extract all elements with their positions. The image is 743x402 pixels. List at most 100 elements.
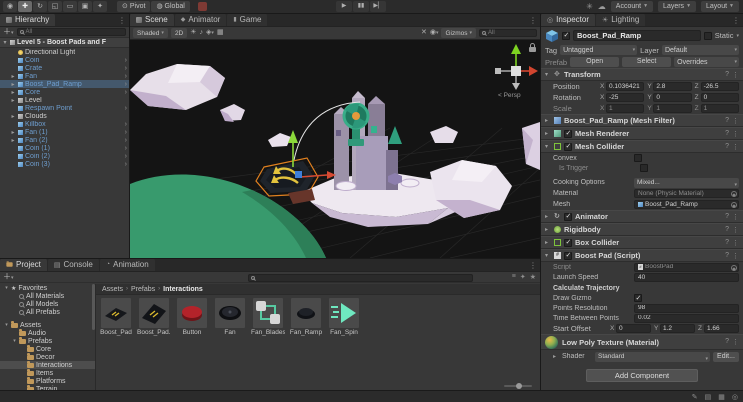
hierarchy-item[interactable]: ▸ Level: [0, 96, 129, 104]
prefab-overrides-dropdown[interactable]: Overrides: [674, 57, 739, 67]
create-asset-button[interactable]: ＋▾: [3, 272, 14, 283]
help-icon[interactable]: ?: [725, 213, 729, 221]
prefab-select-button[interactable]: Select: [622, 57, 671, 67]
2d-toggle-button[interactable]: 2D: [171, 28, 187, 38]
cloud-icon[interactable]: ☁: [598, 1, 606, 12]
asset-item[interactable]: Button: [176, 298, 208, 336]
menu-icon[interactable]: ⋮: [732, 143, 739, 151]
help-icon[interactable]: ?: [725, 71, 729, 79]
tab-scene[interactable]: Scene: [130, 14, 174, 26]
tab-inspector[interactable]: ◎Inspector: [541, 14, 595, 26]
asset-item[interactable]: Fan_Ramp: [290, 298, 322, 336]
help-icon[interactable]: ?: [725, 338, 729, 346]
hierarchy-item[interactable]: ▸ Boost_Pad_Ramp ›: [0, 80, 129, 88]
component-enabled-checkbox[interactable]: [564, 213, 572, 221]
scale-z-field[interactable]: 1: [701, 104, 739, 113]
transform-tool-button[interactable]: ▣: [78, 1, 92, 12]
foldout-icon[interactable]: ▸: [545, 130, 551, 137]
scene-search-input[interactable]: All: [479, 29, 537, 37]
hierarchy-item[interactable]: Coin ›: [0, 56, 129, 64]
active-checkbox[interactable]: [562, 32, 570, 40]
breadcrumb-item[interactable]: Prefabs: [131, 286, 155, 293]
hierarchy-item[interactable]: ▸ Fan ›: [0, 72, 129, 80]
status-console-icon[interactable]: ▤: [705, 393, 712, 401]
cooking-options-dropdown[interactable]: Mixed...: [634, 178, 739, 188]
launch-speed-field[interactable]: 40: [634, 273, 739, 282]
is-trigger-checkbox[interactable]: [640, 164, 648, 172]
favorites-toggle-icon[interactable]: ★: [530, 273, 536, 281]
prefab-open-button[interactable]: Open: [570, 57, 619, 67]
status-activity-icon[interactable]: ✎: [692, 393, 698, 401]
hierarchy-item[interactable]: Directional Light: [0, 48, 129, 56]
transform-component-header[interactable]: ▾ ✥ Transform ?⋮: [541, 68, 743, 81]
position-x-field[interactable]: 0.1036421: [606, 82, 644, 91]
tab-lighting[interactable]: ☀Lighting: [596, 14, 645, 26]
move-tool-button[interactable]: ✚: [18, 1, 32, 12]
script-field[interactable]: #BoostPad◉: [634, 263, 739, 272]
prefab-open-arrow-icon[interactable]: ›: [125, 153, 127, 160]
folder-tree-item[interactable]: ▾ Prefabs: [0, 337, 95, 345]
object-picker-icon[interactable]: ◉: [731, 265, 737, 271]
static-checkbox[interactable]: [704, 32, 712, 40]
foldout-icon[interactable]: ▸: [545, 213, 551, 220]
foldout-icon[interactable]: ▸: [10, 97, 16, 104]
position-y-field[interactable]: 2.8: [653, 82, 691, 91]
hierarchy-item[interactable]: Coin (1) ›: [0, 144, 129, 152]
folder-tree-item[interactable]: All Prefabs: [0, 308, 95, 316]
object-picker-icon[interactable]: ◉: [731, 191, 737, 197]
tool-settings-icon[interactable]: ✕: [421, 28, 427, 38]
help-icon[interactable]: ?: [725, 226, 729, 234]
foldout-icon[interactable]: ▸: [545, 239, 551, 246]
folder-tree-item[interactable]: Items: [0, 369, 95, 377]
component-enabled-checkbox[interactable]: [564, 252, 572, 260]
foldout-icon[interactable]: ▸: [10, 113, 16, 120]
tree-scrollbar[interactable]: [92, 284, 95, 330]
foldout-icon[interactable]: ▸: [545, 226, 551, 233]
menu-icon[interactable]: ⋮: [732, 338, 739, 346]
hierarchy-item[interactable]: Respawn Point ›: [0, 104, 129, 112]
start-offset-x-field[interactable]: 0: [616, 324, 651, 333]
foldout-icon[interactable]: ▸: [10, 129, 16, 136]
mesh-filter-component-header[interactable]: ▸ Boost_Pad_Ramp (Mesh Filter) ?⋮: [541, 114, 743, 127]
view-tool-button[interactable]: ◉: [3, 1, 17, 12]
boost-pad-script-header[interactable]: ▾ # Boost Pad (Script) ?⋮: [541, 249, 743, 262]
foldout-icon[interactable]: ▾: [2, 39, 8, 46]
layers-dropdown[interactable]: Layers▼: [658, 1, 696, 12]
scale-tool-button[interactable]: ◱: [48, 1, 62, 12]
folder-tree-item[interactable]: Core: [0, 345, 95, 353]
scale-x-field[interactable]: 1: [606, 104, 644, 113]
convex-checkbox[interactable]: [634, 154, 642, 162]
add-component-button[interactable]: Add Component: [586, 369, 698, 382]
panel-menu-icon[interactable]: ⋮: [118, 16, 126, 25]
rotation-x-field[interactable]: -25: [606, 93, 644, 102]
foldout-icon[interactable]: ▾: [4, 285, 9, 291]
shader-dropdown[interactable]: Standard: [595, 352, 710, 362]
foldout-icon[interactable]: ▾: [545, 252, 551, 259]
prefab-open-arrow-icon[interactable]: ›: [125, 57, 127, 64]
scene-audio-toggle-icon[interactable]: ♪: [200, 28, 204, 38]
menu-icon[interactable]: ⋮: [732, 117, 739, 125]
rotation-z-field[interactable]: 0: [701, 93, 739, 102]
status-progress-icon[interactable]: ◎: [732, 393, 738, 401]
services-icon[interactable]: ✳: [586, 1, 593, 12]
tab-animation[interactable]: ◔Animation: [100, 258, 155, 271]
asset-item[interactable]: Fan: [214, 298, 246, 336]
time-between-points-field[interactable]: 0.02: [634, 314, 739, 323]
asset-item[interactable]: Boost_Pad...: [138, 298, 170, 336]
tab-game[interactable]: ▮Game: [227, 14, 267, 26]
prefab-open-arrow-icon[interactable]: ›: [125, 105, 127, 112]
folder-tree-item[interactable]: ▾ Assets: [0, 321, 95, 329]
perspective-label[interactable]: < Persp: [498, 92, 521, 99]
prefab-open-arrow-icon[interactable]: ›: [125, 73, 127, 80]
component-enabled-checkbox[interactable]: [564, 130, 572, 138]
foldout-icon[interactable]: ▾: [12, 338, 17, 344]
folder-tree-item[interactable]: Interactions: [0, 361, 95, 369]
draw-gizmo-checkbox[interactable]: [634, 294, 642, 302]
hierarchy-search-input[interactable]: All: [17, 28, 126, 36]
folder-tree-item[interactable]: Audio: [0, 329, 95, 337]
help-icon[interactable]: ?: [725, 117, 729, 125]
foldout-icon[interactable]: ▾: [4, 322, 9, 328]
tab-project[interactable]: Project: [0, 258, 47, 271]
foldout-icon[interactable]: ▸: [10, 137, 16, 144]
tab-hierarchy[interactable]: Hierarchy: [0, 14, 55, 26]
